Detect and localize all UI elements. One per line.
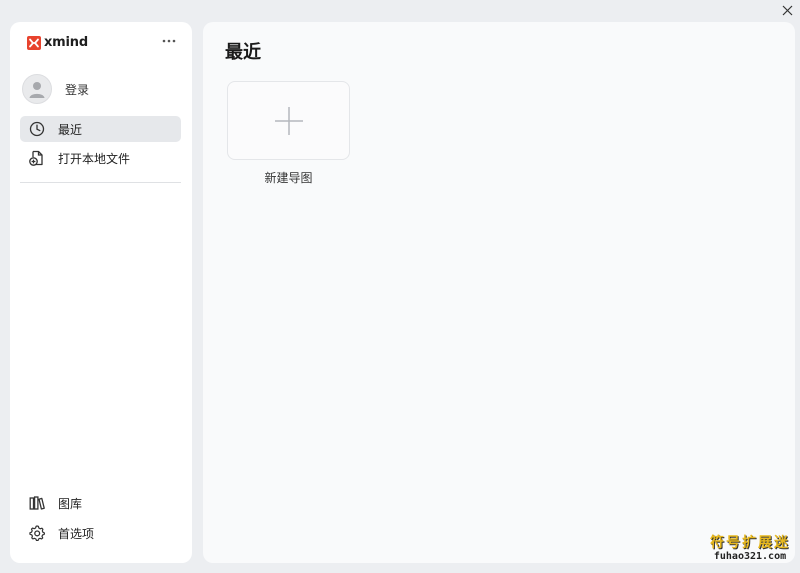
close-button[interactable] bbox=[778, 1, 796, 19]
app-logo: xmind bbox=[27, 35, 88, 50]
login-label: 登录 bbox=[65, 82, 90, 97]
login-button[interactable]: 登录 bbox=[22, 74, 89, 104]
page-title: 最近 bbox=[225, 42, 261, 63]
gear-icon bbox=[29, 525, 45, 541]
sidebar-item-label: 最近 bbox=[58, 122, 83, 137]
sidebar-item-label: 首选项 bbox=[58, 526, 95, 541]
sidebar-item-recent[interactable]: 最近 bbox=[20, 116, 181, 142]
avatar bbox=[22, 74, 52, 104]
logo-text: xmind bbox=[44, 35, 88, 50]
open-file-icon bbox=[29, 150, 45, 166]
user-icon bbox=[29, 82, 45, 98]
clock-icon bbox=[29, 121, 45, 137]
watermark-en: fuhao321.com bbox=[713, 551, 787, 562]
watermark: 符号扩展迷 fuhao321.com bbox=[704, 536, 796, 562]
sidebar: xmind 登录 最近 打开本地文件 图库 首选项 bbox=[10, 22, 192, 563]
sidebar-item-label: 打开本地文件 bbox=[58, 151, 131, 166]
sidebar-divider bbox=[20, 182, 181, 183]
more-horizontal-icon bbox=[162, 39, 176, 43]
sidebar-item-library[interactable]: 图库 bbox=[20, 490, 181, 516]
plus-icon bbox=[274, 106, 303, 135]
close-icon bbox=[782, 5, 792, 15]
sidebar-item-label: 图库 bbox=[58, 496, 83, 511]
new-map-card[interactable] bbox=[227, 81, 350, 160]
sidebar-item-open-local-file[interactable]: 打开本地文件 bbox=[20, 145, 181, 171]
sidebar-item-preferences[interactable]: 首选项 bbox=[20, 520, 181, 546]
more-button[interactable] bbox=[160, 33, 178, 49]
new-map-label[interactable]: 新建导图 bbox=[227, 169, 350, 186]
main-panel: 最近 新建导图 bbox=[203, 22, 795, 563]
xmind-logo-icon bbox=[27, 35, 41, 50]
watermark-cn: 符号扩展迷 bbox=[710, 535, 790, 551]
library-icon bbox=[29, 495, 45, 511]
